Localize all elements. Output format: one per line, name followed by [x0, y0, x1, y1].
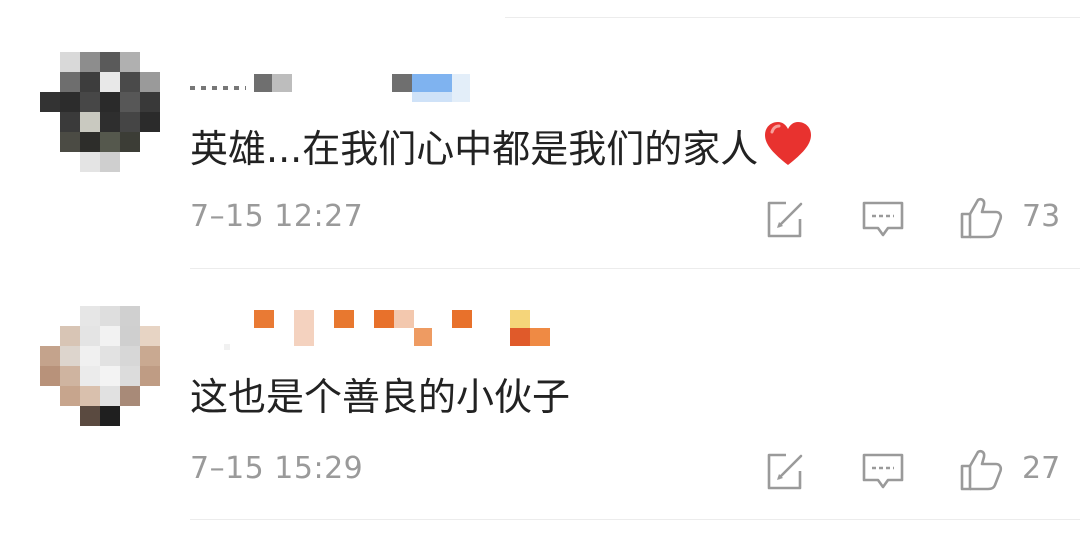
avatar[interactable]: [40, 306, 160, 426]
avatar[interactable]: [40, 52, 160, 172]
timestamp: 7–15 12:27: [190, 199, 364, 234]
repost-edit-icon[interactable]: [762, 198, 806, 242]
repost-edit-icon[interactable]: [762, 450, 806, 494]
thumbs-up-icon[interactable]: [958, 195, 1004, 241]
timestamp: 7–15 15:29: [190, 451, 364, 486]
like-count: 73: [1022, 199, 1061, 234]
comment-text: 这也是个善良的小伙子: [190, 375, 571, 419]
heart-emoji-icon: [765, 122, 812, 165]
comment-text-content: 英雄...在我们心中都是我们的家人: [190, 127, 759, 171]
username[interactable]: [190, 308, 570, 350]
comment-text: 英雄...在我们心中都是我们的家人: [190, 120, 814, 175]
like-count: 27: [1022, 451, 1061, 486]
reply-comment-icon[interactable]: [860, 450, 906, 494]
comment-divider: [190, 519, 1080, 520]
thumbs-up-icon[interactable]: [958, 447, 1004, 493]
comment-item: 这也是个善良的小伙子 7–15 15:29 27: [0, 268, 1080, 533]
comment-item: 英雄...在我们心中都是我们的家人 7–15 12:27 73: [0, 0, 1080, 268]
reply-comment-icon[interactable]: [860, 198, 906, 242]
username[interactable]: [190, 72, 570, 112]
